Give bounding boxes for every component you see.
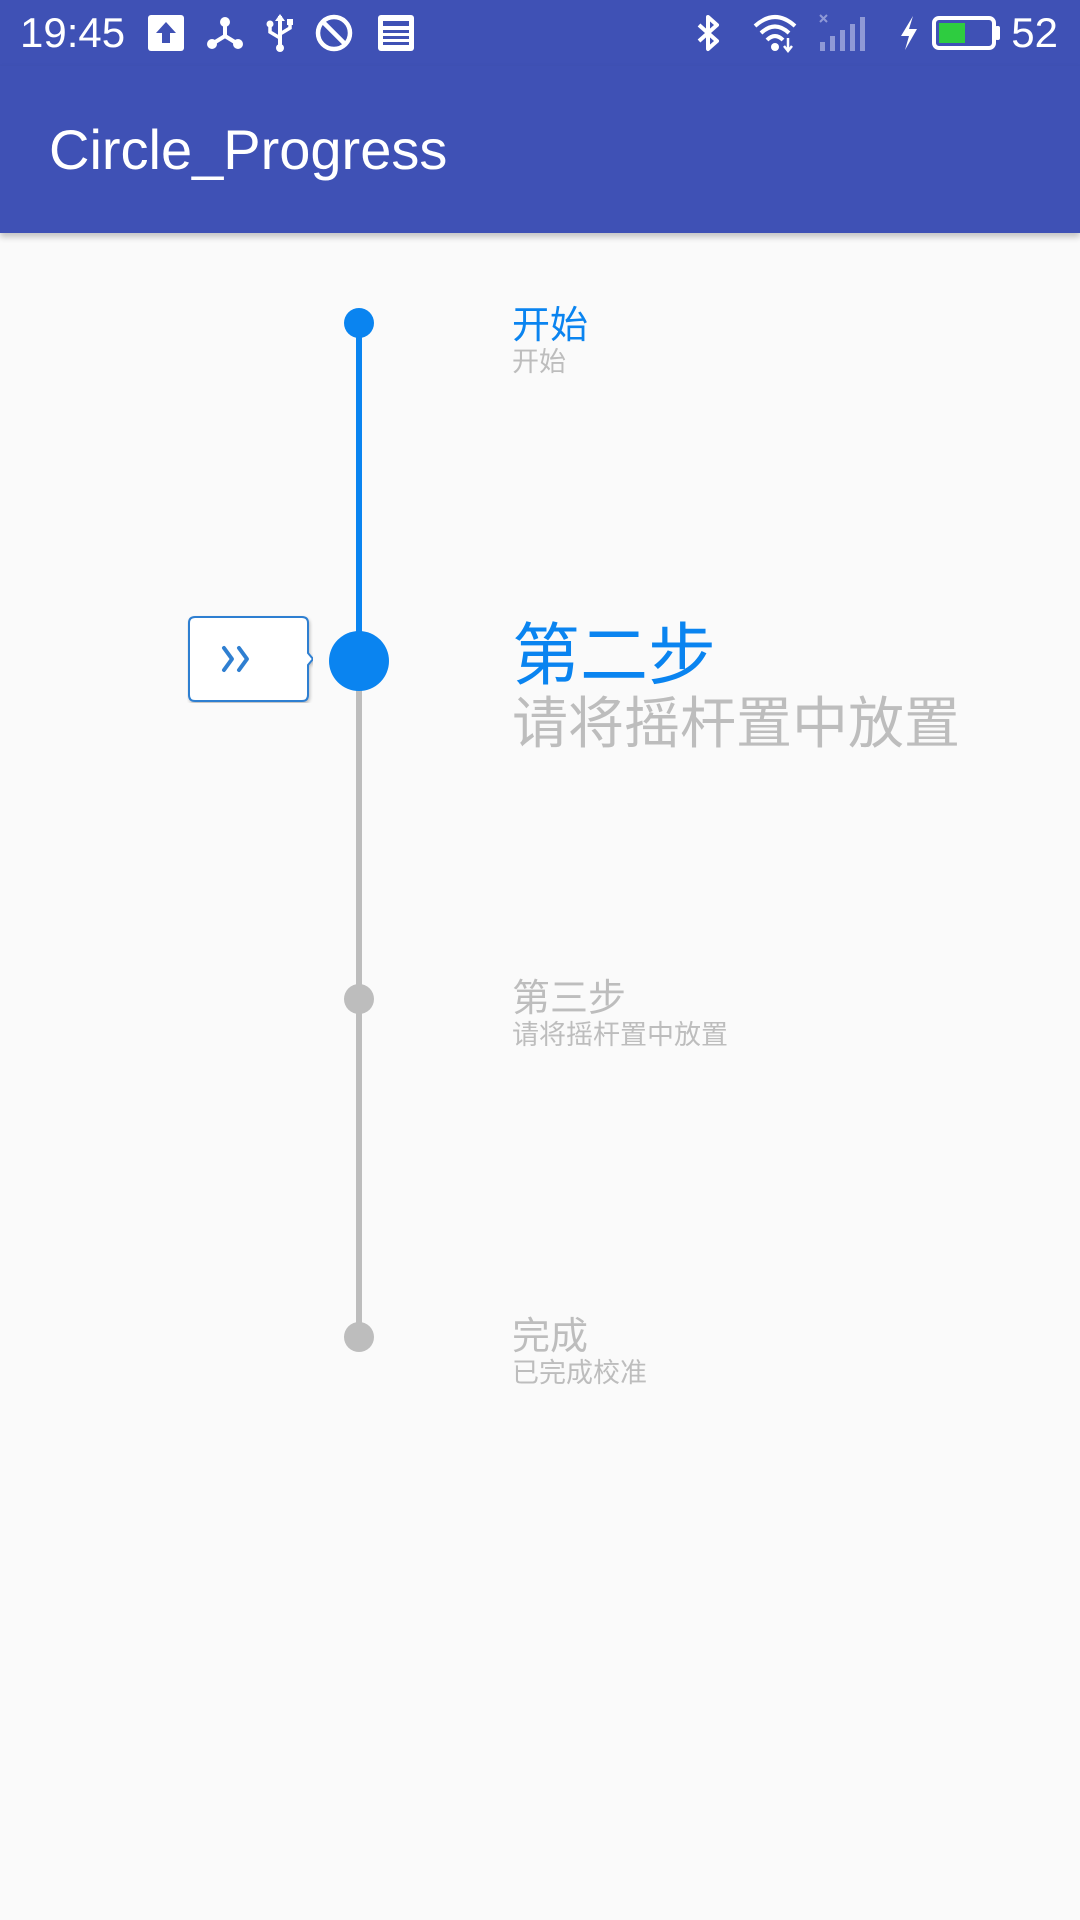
upload-icon [145, 12, 187, 54]
double-chevron-right-icon [188, 616, 313, 702]
app-bar: Circle_Progress [0, 66, 1080, 233]
step-title-start: 开始 [512, 303, 589, 347]
step-node-start [344, 308, 374, 338]
usb-icon [259, 12, 301, 54]
step-node-finish [344, 1322, 374, 1352]
battery-percent: 52 [1011, 9, 1058, 56]
step-node-third [344, 984, 374, 1014]
signal-icon [818, 12, 874, 54]
news-icon [375, 12, 417, 54]
step-title-finish: 完成 [512, 1314, 589, 1358]
step-node-current [329, 631, 389, 691]
do-not-disturb-icon [313, 12, 355, 54]
current-step-bubble [187, 615, 313, 703]
app-title: Circle_Progress [49, 118, 448, 181]
wifi-icon [752, 12, 798, 54]
status-bar: 19:45 52 [0, 0, 1080, 66]
step-title-third: 第三步 [512, 976, 627, 1020]
status-time: 19:45 [20, 9, 126, 56]
step-subtitle-current: 请将摇杆置中放置 [512, 692, 960, 757]
share-hub-icon [204, 12, 246, 54]
charging-icon [896, 12, 922, 54]
progress-rail-completed [356, 323, 362, 661]
step-subtitle-start: 开始 [512, 347, 566, 378]
bluetooth-icon [687, 12, 729, 54]
step-subtitle-third: 请将摇杆置中放置 [512, 1020, 728, 1051]
step-title-current: 第二步 [512, 617, 717, 696]
step-subtitle-finish: 已完成校准 [512, 1358, 647, 1389]
battery-icon [932, 12, 1002, 54]
step-progress: 开始 开始 第二步 请将摇杆置中放置 第三步 请将摇杆置中放置 完成 已完成校准 [0, 233, 1080, 1920]
